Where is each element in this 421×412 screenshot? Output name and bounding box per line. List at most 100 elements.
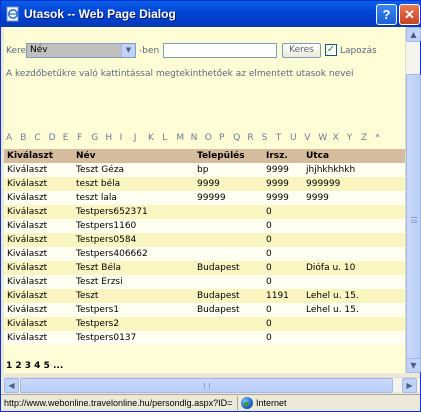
vertical-scrollbar[interactable]: ▲ ▼: [405, 27, 421, 373]
cell-name: Teszt Erzsi: [73, 275, 194, 289]
alphabet-letter[interactable]: W: [318, 133, 327, 143]
alphabet-letter[interactable]: H: [105, 133, 112, 143]
status-bar: http://www.webonline.travelonline.hu/per…: [1, 394, 420, 411]
ie-page-icon: [6, 6, 19, 22]
scroll-down-icon[interactable]: ▼: [406, 358, 421, 373]
horizontal-scroll-thumb[interactable]: [20, 378, 393, 393]
cell-select[interactable]: Kiválaszt: [4, 317, 73, 331]
cell-street: [303, 219, 405, 233]
search-suffix-label: -ben: [139, 46, 160, 56]
cell-zip: 0: [263, 275, 303, 289]
alphabet-letter[interactable]: X: [333, 133, 339, 143]
cell-name: teszt béla: [73, 177, 194, 191]
table-row: Kiválaszt Testpers652371 0: [4, 205, 405, 219]
cell-select[interactable]: Kiválaszt: [4, 205, 73, 219]
cell-select[interactable]: Kiválaszt: [4, 191, 73, 205]
alphabet-letter[interactable]: F: [77, 133, 82, 143]
close-button[interactable]: ✕: [399, 4, 420, 25]
column-header-zip: Irsz.: [263, 149, 303, 163]
alphabet-letter[interactable]: E: [63, 133, 69, 143]
title-bar[interactable]: Utasok -- Web Page Dialog ? ✕: [1, 1, 420, 27]
cell-city: Budapest: [194, 303, 263, 317]
cell-zip: 1191: [263, 289, 303, 303]
cell-select[interactable]: Kiválaszt: [4, 261, 73, 275]
alphabet-letter[interactable]: I: [120, 133, 123, 143]
cell-zip: 0: [263, 303, 303, 317]
alphabet-letter[interactable]: J: [134, 133, 137, 143]
cell-city: [194, 275, 263, 289]
paging-checkbox[interactable]: ✓: [325, 44, 337, 56]
cell-select[interactable]: Kiválaszt: [4, 303, 73, 317]
alphabet-letter[interactable]: Q: [233, 133, 240, 143]
alphabet-letter[interactable]: L: [162, 133, 167, 143]
cell-name: Testpers2: [73, 317, 194, 331]
alphabet-letter[interactable]: N: [191, 133, 198, 143]
dialog-content: Keres Név ▼ -ben Keres ✓ Lapozás A kezdő…: [4, 27, 405, 373]
alphabet-letter[interactable]: D: [49, 133, 56, 143]
cell-name: Testpers1160: [73, 219, 194, 233]
cell-select[interactable]: Kiválaszt: [4, 233, 73, 247]
cell-name: Testpers406662: [73, 247, 194, 261]
cell-name: Teszt Béla: [73, 261, 194, 275]
scroll-left-icon[interactable]: ◀: [4, 378, 19, 393]
security-zone: Internet: [237, 396, 397, 410]
alphabet-letter[interactable]: P: [219, 133, 224, 143]
scroll-right-icon[interactable]: ▶: [402, 378, 417, 393]
cell-select[interactable]: Kiválaszt: [4, 331, 73, 345]
alphabet-letter[interactable]: M: [176, 133, 184, 143]
alphabet-letter[interactable]: K: [148, 133, 154, 143]
cell-select[interactable]: Kiválaszt: [4, 163, 73, 177]
cell-select[interactable]: Kiválaszt: [4, 247, 73, 261]
alphabet-letter[interactable]: Y: [347, 133, 353, 143]
cell-name: Testpers1: [73, 303, 194, 317]
cell-name: Testpers0137: [73, 331, 194, 345]
table-row: Kiválaszt teszt lala 99999 9999 9999: [4, 191, 405, 205]
cell-name: Teszt Géza: [73, 163, 194, 177]
search-field-select[interactable]: Név ▼: [26, 43, 136, 58]
alphabet-letter[interactable]: G: [91, 133, 98, 143]
alphabet-letter[interactable]: A: [6, 133, 12, 143]
table-row: Kiválaszt Testpers0137 0: [4, 331, 405, 345]
table-row: Kiválaszt teszt béla 9999 9999 999999: [4, 177, 405, 191]
alphabet-filter: A B C D E F G H I J K L M N O P Q R S T U V W X Y Z *: [4, 133, 405, 145]
cell-street: Diófa u. 10: [303, 261, 405, 275]
alphabet-letter[interactable]: V: [304, 133, 310, 143]
alphabet-letter[interactable]: Z: [361, 133, 367, 143]
table-row: Kiválaszt Teszt Béla Budapest 0 Diófa u. 10: [4, 261, 405, 275]
table-row: Kiválaszt Teszt Budapest 1191 Lehel u. 15.: [4, 289, 405, 303]
alphabet-letter[interactable]: T: [276, 133, 282, 143]
cell-zip: 9999: [263, 191, 303, 205]
scroll-up-icon[interactable]: ▲: [406, 27, 421, 42]
alphabet-letter[interactable]: R: [247, 133, 253, 143]
cell-zip: 0: [263, 247, 303, 261]
horizontal-scrollbar[interactable]: ◀ ▶: [4, 377, 420, 393]
cell-select[interactable]: Kiválaszt: [4, 219, 73, 233]
cell-street: [303, 275, 405, 289]
cell-street: Lehel u. 15.: [303, 289, 405, 303]
alphabet-letter[interactable]: B: [20, 133, 26, 143]
vertical-scroll-thumb[interactable]: [406, 74, 421, 372]
cell-city: [194, 317, 263, 331]
alphabet-letter[interactable]: C: [34, 133, 40, 143]
cell-street: [303, 247, 405, 261]
cell-zip: 0: [263, 205, 303, 219]
search-button[interactable]: Keres: [282, 43, 321, 58]
search-field-value: Név: [30, 45, 48, 55]
alphabet-letter[interactable]: S: [262, 133, 268, 143]
table-row: Kiválaszt Teszt Géza bp 9999 jhjhkhkhkh: [4, 163, 405, 177]
alphabet-letter[interactable]: O: [205, 133, 212, 143]
column-header-street: Utca: [303, 149, 405, 163]
cell-select[interactable]: Kiválaszt: [4, 289, 73, 303]
globe-icon: [241, 397, 253, 409]
cell-select[interactable]: Kiválaszt: [4, 177, 73, 191]
pagination[interactable]: 1 2 3 4 5 ...: [6, 361, 63, 371]
cell-select[interactable]: Kiválaszt: [4, 275, 73, 289]
table-row: Kiválaszt Testpers0584 0: [4, 233, 405, 247]
alphabet-letter[interactable]: U: [290, 133, 297, 143]
cell-street: 999999: [303, 177, 405, 191]
search-input[interactable]: [163, 43, 277, 58]
cell-street: [303, 233, 405, 247]
help-button[interactable]: ?: [376, 4, 397, 25]
alphabet-letter[interactable]: *: [375, 133, 380, 143]
chevron-down-icon[interactable]: ▼: [121, 44, 135, 57]
